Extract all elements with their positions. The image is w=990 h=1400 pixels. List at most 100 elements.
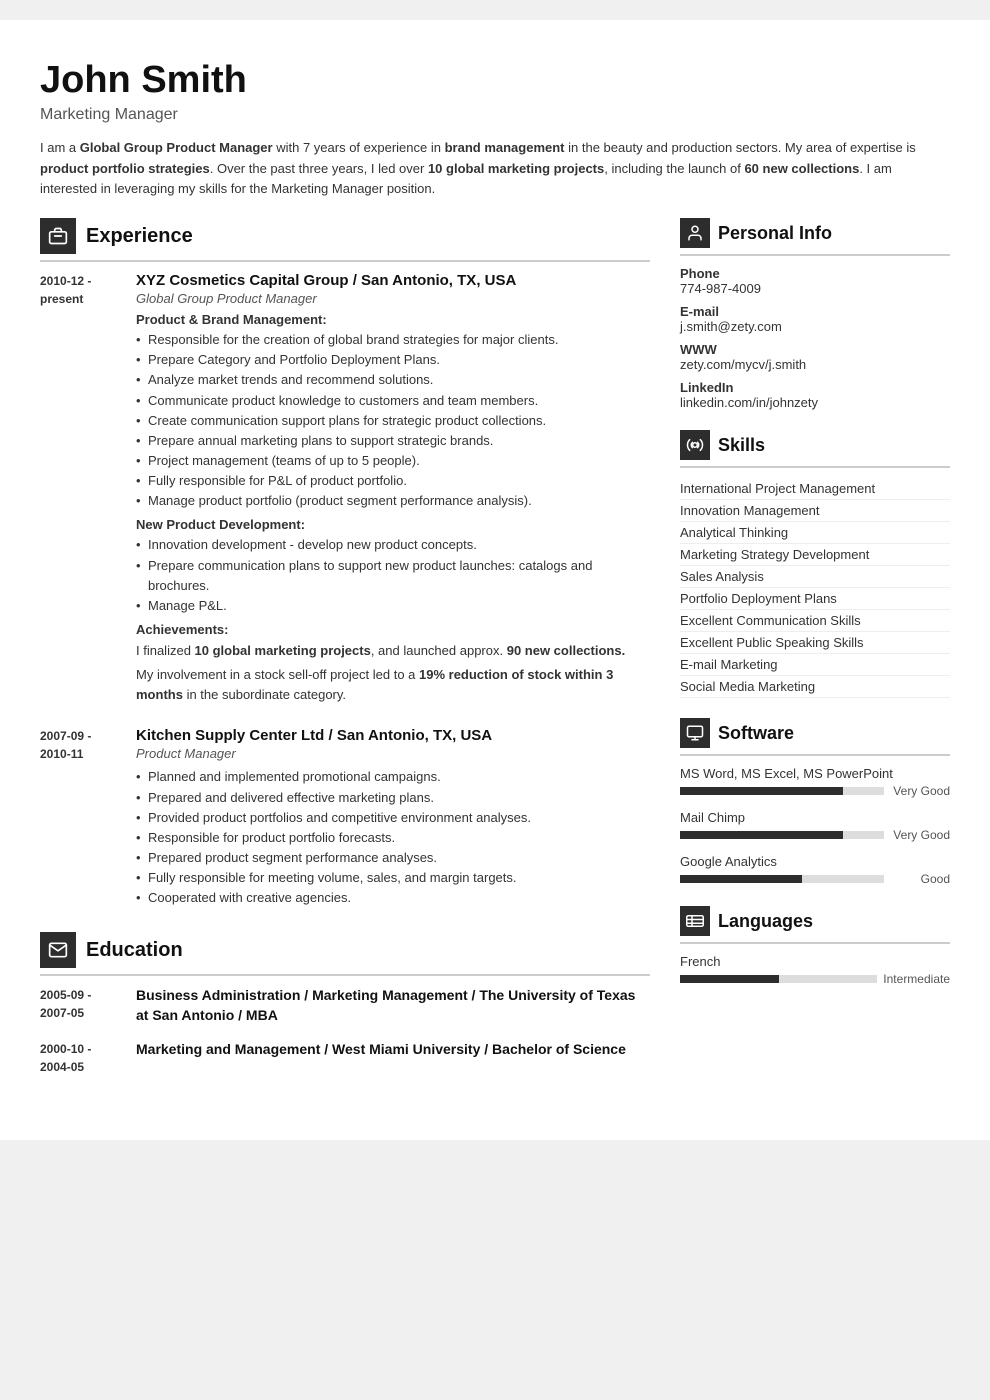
language-track-0 (680, 975, 877, 983)
bullet-item: Prepare annual marketing plans to suppor… (136, 431, 650, 451)
exp-bullets-npd: Innovation development - develop new pro… (136, 535, 650, 616)
skills-header: Skills (680, 430, 950, 468)
experience-entry-1: 2010-12 - present XYZ Cosmetics Capital … (40, 272, 650, 705)
software-icon (680, 718, 710, 748)
exp-content-1: XYZ Cosmetics Capital Group / San Antoni… (136, 272, 650, 705)
personal-info-header: Personal Info (680, 218, 950, 256)
right-column: Personal Info Phone 774-987-4009 E-mail … (680, 218, 950, 1099)
exp-role-2: Product Manager (136, 746, 650, 761)
exp-role-1: Global Group Product Manager (136, 291, 650, 306)
skill-item-3: Marketing Strategy Development (680, 544, 950, 566)
bullet-item: Planned and implemented promotional camp… (136, 767, 650, 787)
bullet-item: Prepare Category and Portfolio Deploymen… (136, 350, 650, 370)
language-bar-0: Intermediate (680, 972, 950, 986)
exp-achievement-1b: My involvement in a stock sell-off proje… (136, 665, 650, 705)
exp-dates-1: 2010-12 - present (40, 272, 120, 705)
experience-title: Experience (86, 225, 193, 248)
experience-header: Experience (40, 218, 650, 262)
software-header: Software (680, 718, 950, 756)
candidate-title: Marketing Manager (40, 106, 950, 124)
education-icon (40, 932, 76, 968)
bullet-item: Prepared and delivered effective marketi… (136, 788, 650, 808)
experience-section: Experience 2010-12 - present XYZ Cosmeti… (40, 218, 650, 908)
exp-sublabel-achievements: Achievements: (136, 622, 650, 637)
exp-achievement-1a: I finalized 10 global marketing projects… (136, 641, 650, 661)
software-fill-1 (680, 831, 843, 839)
bullet-item: Responsible for the creation of global b… (136, 330, 650, 350)
education-entry-2: 2000-10 - 2004-05 Marketing and Manageme… (40, 1040, 650, 1076)
software-bar-0: Very Good (680, 784, 950, 798)
software-name-2: Google Analytics (680, 854, 950, 869)
software-track-1 (680, 831, 884, 839)
skill-item-1: Innovation Management (680, 500, 950, 522)
bullet-item: Fully responsible for meeting volume, sa… (136, 868, 650, 888)
candidate-name: John Smith (40, 60, 950, 102)
software-level-0: Very Good (890, 784, 950, 798)
languages-title: Languages (718, 911, 813, 932)
software-item-1: Mail Chimp Very Good (680, 810, 950, 842)
software-item-0: MS Word, MS Excel, MS PowerPoint Very Go… (680, 766, 950, 798)
exp-dates-2: 2007-09 - 2010-11 (40, 727, 120, 908)
personal-www: WWW zety.com/mycv/j.smith (680, 342, 950, 372)
bullet-item: Cooperated with creative agencies. (136, 888, 650, 908)
experience-icon (40, 218, 76, 254)
skills-section: Skills International Project Management … (680, 430, 950, 698)
software-bar-1: Very Good (680, 828, 950, 842)
skills-icon (680, 430, 710, 460)
edu-content-2: Marketing and Management / West Miami Un… (136, 1040, 650, 1076)
software-section: Software MS Word, MS Excel, MS PowerPoin… (680, 718, 950, 886)
skill-item-8: E-mail Marketing (680, 654, 950, 676)
bullet-item: Analyze market trends and recommend solu… (136, 370, 650, 390)
personal-info-section: Personal Info Phone 774-987-4009 E-mail … (680, 218, 950, 410)
languages-icon (680, 906, 710, 936)
languages-section: Languages French Intermediate (680, 906, 950, 986)
bullet-item: Prepare communication plans to support n… (136, 556, 650, 596)
skill-item-2: Analytical Thinking (680, 522, 950, 544)
exp-sublabel-npd: New Product Development: (136, 517, 650, 532)
bullet-item: Project management (teams of up to 5 peo… (136, 451, 650, 471)
skill-item-0: International Project Management (680, 478, 950, 500)
personal-email: E-mail j.smith@zety.com (680, 304, 950, 334)
bullet-item: Communicate product knowledge to custome… (136, 391, 650, 411)
education-header: Education (40, 932, 650, 976)
software-fill-0 (680, 787, 843, 795)
skills-list: International Project Management Innovat… (680, 478, 950, 698)
edu-degree-2: Marketing and Management / West Miami Un… (136, 1040, 650, 1060)
skills-title: Skills (718, 435, 765, 456)
language-level-0: Intermediate (883, 972, 950, 986)
skill-item-7: Excellent Public Speaking Skills (680, 632, 950, 654)
software-bar-2: Good (680, 872, 950, 886)
exp-sublabel-product: Product & Brand Management: (136, 312, 650, 327)
experience-entry-2: 2007-09 - 2010-11 Kitchen Supply Center … (40, 727, 650, 908)
language-fill-0 (680, 975, 779, 983)
bullet-item: Fully responsible for P&L of product por… (136, 471, 650, 491)
language-name-0: French (680, 954, 950, 969)
header-section: John Smith Marketing Manager I am a Glob… (40, 60, 950, 200)
personal-phone: Phone 774-987-4009 (680, 266, 950, 296)
language-item-0: French Intermediate (680, 954, 950, 986)
bullet-item: Manage product portfolio (product segmen… (136, 491, 650, 511)
edu-degree-1: Business Administration / Marketing Mana… (136, 986, 650, 1025)
software-level-1: Very Good (890, 828, 950, 842)
skill-item-5: Portfolio Deployment Plans (680, 588, 950, 610)
resume-page: John Smith Marketing Manager I am a Glob… (0, 20, 990, 1140)
languages-header: Languages (680, 906, 950, 944)
skill-item-9: Social Media Marketing (680, 676, 950, 698)
bullet-item: Provided product portfolios and competit… (136, 808, 650, 828)
personal-info-title: Personal Info (718, 223, 832, 244)
exp-bullets-2: Planned and implemented promotional camp… (136, 767, 650, 908)
software-track-2 (680, 875, 884, 883)
exp-content-2: Kitchen Supply Center Ltd / San Antonio,… (136, 727, 650, 908)
edu-content-1: Business Administration / Marketing Mana… (136, 986, 650, 1025)
main-content: Experience 2010-12 - present XYZ Cosmeti… (40, 218, 950, 1099)
software-item-2: Google Analytics Good (680, 854, 950, 886)
bullet-item: Innovation development - develop new pro… (136, 535, 650, 555)
bullet-item: Create communication support plans for s… (136, 411, 650, 431)
edu-dates-2: 2000-10 - 2004-05 (40, 1040, 120, 1076)
bullet-item: Responsible for product portfolio foreca… (136, 828, 650, 848)
left-column: Experience 2010-12 - present XYZ Cosmeti… (40, 218, 650, 1099)
bullet-item: Manage P&L. (136, 596, 650, 616)
skill-item-4: Sales Analysis (680, 566, 950, 588)
skill-item-6: Excellent Communication Skills (680, 610, 950, 632)
education-title: Education (86, 939, 183, 962)
